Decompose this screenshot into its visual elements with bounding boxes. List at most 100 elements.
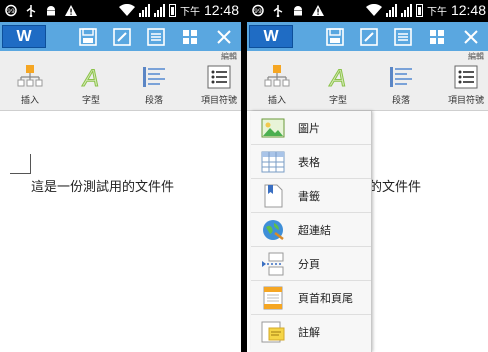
- bullet-list-icon: [454, 65, 478, 89]
- save-button[interactable]: [76, 25, 100, 48]
- ribbon-font-button[interactable]: A 字型: [61, 63, 121, 107]
- ribbon-font-label: 字型: [328, 96, 347, 106]
- ribbon-paragraph-label: 段落: [391, 96, 410, 106]
- edit-button[interactable]: [110, 25, 134, 48]
- ribbon-paragraph-button[interactable]: 段落: [371, 63, 431, 106]
- save-button[interactable]: [323, 25, 347, 48]
- paragraph-icon: [143, 67, 165, 87]
- ribbon-category-label: 編輯: [221, 52, 237, 61]
- wifi-icon: [365, 4, 382, 16]
- toolbar: W: [0, 22, 241, 51]
- status-time: 12:48: [450, 2, 486, 18]
- ribbon-insert-button[interactable]: 插入: [247, 63, 307, 106]
- close-button[interactable]: [459, 25, 483, 48]
- signal-icon-2: [400, 3, 412, 17]
- menu-item-label: 圖片: [298, 122, 320, 135]
- android-icon: [294, 6, 302, 16]
- svg-text:A: A: [328, 65, 346, 90]
- android-icon: [47, 6, 55, 16]
- document-area[interactable]: 這是一份測試用的文件件: [0, 111, 241, 352]
- bullet-list-icon: [207, 65, 231, 89]
- grid-view-button[interactable]: [425, 25, 449, 48]
- app-logo-button[interactable]: W: [2, 25, 46, 48]
- status-bar: 99 下午 12:48: [0, 0, 241, 22]
- menu-item-label: 註解: [298, 326, 320, 339]
- list-icon: [147, 27, 165, 46]
- menu-item-bookmark[interactable]: 書籤: [251, 179, 371, 213]
- ribbon-insert-label: 插入: [20, 96, 39, 106]
- menu-item-label: 頁首和頁尾: [298, 292, 353, 305]
- close-button[interactable]: [212, 25, 236, 48]
- page-corner-mark: [10, 154, 31, 174]
- font-icon: A: [80, 65, 99, 91]
- ribbon-insert-label: 插入: [267, 96, 286, 106]
- grid-view-button[interactable]: [178, 25, 202, 48]
- ribbon: 編輯 插入 A 字型 段落 項目符號: [247, 51, 488, 111]
- menu-item-hyperlink[interactable]: 超連結: [251, 213, 371, 247]
- screen-left: 99 下午 12:48 W 編輯 插入 A 字型 段落 項目符號 這是一份測試用…: [0, 0, 241, 352]
- save-icon: [326, 27, 344, 46]
- app-logo-button[interactable]: W: [249, 25, 293, 48]
- usb-icon: [273, 5, 283, 17]
- picture-icon: [261, 118, 285, 138]
- menu-item-table[interactable]: 表格: [251, 145, 371, 179]
- ribbon: 編輯 插入 A 字型 段落 項目符號: [0, 51, 241, 111]
- ribbon-paragraph-label: 段落: [144, 96, 163, 106]
- wifi-icon: [118, 4, 135, 16]
- ribbon-font-label: 字型: [81, 96, 100, 106]
- screen-right: 99 下午 12:48 W 編輯 插入 A 字型 段落 項目符號 圖片 表格 書…: [247, 0, 488, 352]
- ribbon-font-button[interactable]: A 字型: [308, 63, 368, 107]
- warning-icon: [312, 5, 324, 16]
- battery-icon: [415, 3, 423, 17]
- usb-icon: [26, 5, 36, 17]
- bookmark-icon: [264, 184, 283, 208]
- ribbon-paragraph-button[interactable]: 段落: [124, 63, 184, 106]
- menu-item-label: 表格: [298, 156, 320, 169]
- menu-item-label: 書籤: [298, 190, 320, 203]
- signal-icon: [385, 3, 397, 17]
- svg-text:99: 99: [7, 8, 15, 15]
- ribbon-bullets-button[interactable]: 項目符號: [436, 63, 488, 106]
- menu-item-header-footer[interactable]: 頁首和頁尾: [251, 281, 371, 315]
- ribbon-category-label: 編輯: [468, 52, 484, 61]
- hyperlink-icon: [263, 220, 284, 240]
- toolbar: W: [247, 22, 488, 51]
- svg-text:99: 99: [254, 8, 262, 15]
- ribbon-insert-button[interactable]: 插入: [0, 63, 60, 106]
- grid-icon: [430, 29, 444, 44]
- battery-icon: [168, 3, 176, 17]
- menu-item-page-break[interactable]: 分頁: [251, 247, 371, 281]
- close-icon: [217, 29, 231, 44]
- status-bar: 99 下午 12:48: [247, 0, 488, 22]
- comment-icon: [261, 321, 285, 343]
- status-time: 12:48: [203, 2, 239, 18]
- svg-text:A: A: [81, 65, 99, 90]
- signal-icon: [138, 3, 150, 17]
- save-icon: [79, 27, 97, 46]
- notification-icon: 99: [252, 4, 264, 17]
- menu-item-picture[interactable]: 圖片: [251, 111, 371, 145]
- status-ampm: 下午: [426, 6, 447, 18]
- insert-icon: [17, 65, 43, 87]
- page-break-icon: [262, 252, 284, 276]
- notification-icon: 99: [5, 4, 17, 17]
- edit-button[interactable]: [357, 25, 381, 48]
- ribbon-bullets-label: 項目符號: [200, 96, 237, 106]
- font-icon: A: [327, 65, 346, 91]
- ribbon-bullets-label: 項目符號: [447, 96, 484, 106]
- header-footer-icon: [263, 286, 283, 310]
- insert-dropdown-menu: 圖片 表格 書籤 超連結 分頁 頁首和頁尾 註解: [251, 111, 372, 352]
- menu-item-label: 超連結: [298, 224, 331, 237]
- menu-item-comment[interactable]: 註解: [251, 315, 371, 349]
- signal-icon-2: [153, 3, 165, 17]
- ribbon-bullets-button[interactable]: 項目符號: [189, 63, 241, 106]
- list-view-button[interactable]: [144, 25, 168, 48]
- status-ampm: 下午: [179, 6, 200, 18]
- list-view-button[interactable]: [391, 25, 415, 48]
- paragraph-icon: [390, 67, 412, 87]
- insert-icon: [264, 65, 290, 87]
- list-icon: [394, 27, 412, 46]
- edit-icon: [113, 27, 131, 46]
- document-text[interactable]: 這是一份測試用的文件件: [31, 176, 174, 195]
- warning-icon: [65, 5, 77, 16]
